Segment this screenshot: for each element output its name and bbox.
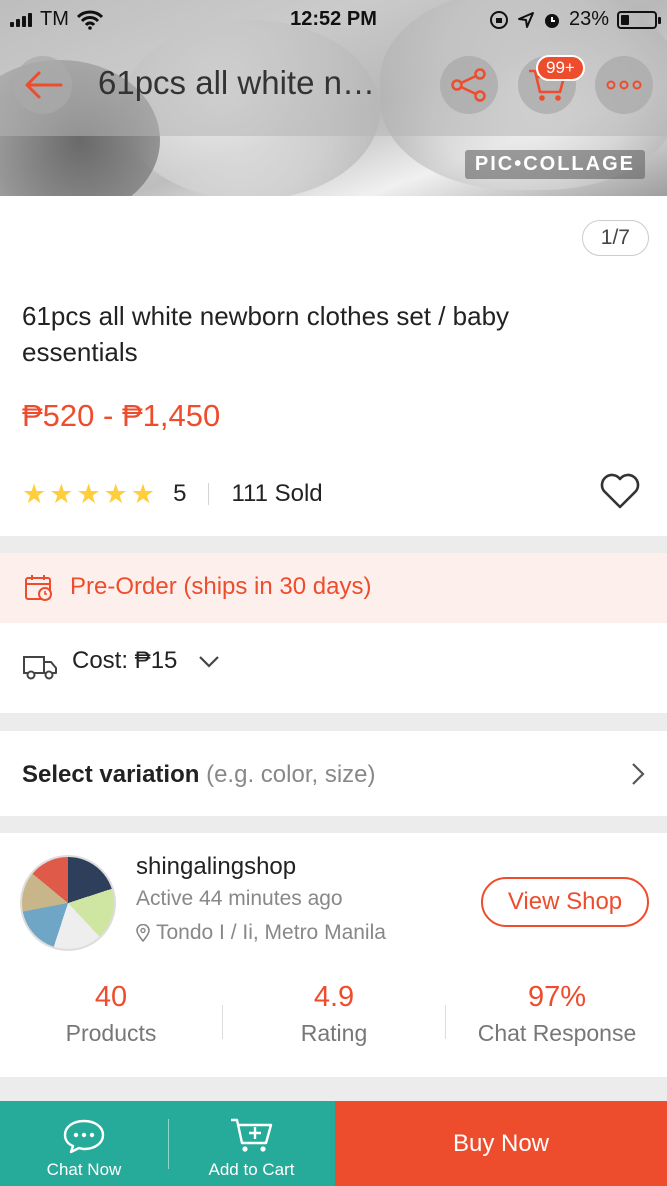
add-to-cart-button[interactable]: Add to Cart [168, 1101, 335, 1186]
battery-percent: 23% [568, 8, 609, 30]
back-arrow-icon [25, 71, 63, 99]
shop-name[interactable]: shingalingshop [136, 853, 296, 881]
image-pager: 1/7 [581, 220, 649, 256]
shop-panel: shingalingshop Active 44 minutes ago Ton… [0, 833, 667, 1077]
star-rating: ★ ★ ★ ★ ★ [22, 478, 156, 509]
stat-label: Products [65, 1020, 157, 1046]
calendar-icon [25, 575, 52, 601]
heart-icon [600, 473, 640, 509]
battery-icon [617, 10, 661, 29]
cart-count-badge: 99+ [536, 55, 585, 81]
divider [208, 483, 210, 505]
product-info-panel: 1/7 61pcs all white newborn clothes set … [0, 196, 667, 536]
stat-value: 4.9 [313, 981, 355, 1013]
preorder-label: Pre-Order (ships in 30 days) [70, 573, 372, 600]
shipping-row[interactable]: Cost: ₱15 [0, 623, 667, 713]
location-pin-icon [136, 924, 150, 942]
shipping-cost-label: Cost: ₱15 [72, 647, 178, 674]
chevron-down-icon [199, 655, 219, 668]
view-shop-button[interactable]: View Shop [481, 877, 649, 927]
header-title: 61pcs all white n… [98, 64, 375, 101]
select-variation-row[interactable]: Select variation (e.g. color, size) [0, 731, 667, 816]
variation-label-group: Select variation (e.g. color, size) [22, 761, 376, 789]
variation-hint: (e.g. color, size) [206, 761, 376, 788]
status-bar: TM 12:52 PM 23% [0, 0, 667, 38]
variation-label: Select variation [22, 761, 200, 788]
more-icon [606, 80, 642, 90]
product-price: ₱520 - ₱1,450 [22, 398, 221, 433]
divider [168, 1119, 169, 1169]
shop-location: Tondo I / Ii, Metro Manila [136, 921, 386, 945]
shipping-cost: Cost: ₱15 [72, 647, 220, 675]
back-button[interactable] [14, 56, 72, 114]
rating-value: 5 [173, 480, 187, 507]
stat-value: 40 [94, 981, 128, 1013]
star-icon: ★ [103, 478, 128, 509]
product-title: 61pcs all white newborn clothes set / ba… [22, 301, 510, 367]
shop-stat-products: 40 Products [0, 981, 222, 1047]
star-icon: ★ [76, 478, 101, 509]
chat-now-label: Chat Now [46, 1160, 122, 1179]
preorder-banner: Pre-Order (ships in 30 days) [0, 553, 667, 623]
star-icon: ★ [49, 478, 74, 509]
buy-now-button[interactable]: Buy Now [335, 1101, 667, 1186]
shop-avatar[interactable] [20, 855, 116, 951]
alarm-icon [544, 13, 559, 28]
shop-stat-chat-response: 97% Chat Response [446, 981, 667, 1047]
share-icon [451, 68, 486, 102]
sold-count: 111 Sold [231, 480, 323, 507]
chat-icon [63, 1119, 105, 1154]
orientation-lock-icon [489, 10, 508, 29]
location-arrow-icon [517, 11, 534, 28]
add-to-cart-label: Add to Cart [208, 1160, 295, 1179]
add-cart-icon [230, 1118, 272, 1152]
shop-location-text: Tondo I / Ii, Metro Manila [156, 921, 386, 944]
pic-collage-watermark: PIC•COLLAGE [464, 150, 645, 179]
stat-label: Chat Response [477, 1020, 637, 1046]
stat-label: Rating [300, 1020, 368, 1046]
bottom-action-bar: Chat Now Add to Cart Buy Now [0, 1101, 667, 1186]
star-icon: ★ [22, 478, 47, 509]
truck-icon [23, 656, 57, 680]
shop-active-status: Active 44 minutes ago [136, 887, 343, 910]
more-button[interactable] [595, 56, 653, 114]
star-icon: ★ [130, 478, 156, 509]
rating-row: ★ ★ ★ ★ ★ 5 111 Sold [22, 480, 323, 508]
chat-now-button[interactable]: Chat Now [0, 1101, 168, 1186]
share-button[interactable] [440, 56, 498, 114]
like-button[interactable] [599, 472, 641, 515]
shop-stat-rating: 4.9 Rating [223, 981, 445, 1047]
chevron-right-icon [632, 763, 645, 785]
stat-value: 97% [527, 981, 587, 1013]
